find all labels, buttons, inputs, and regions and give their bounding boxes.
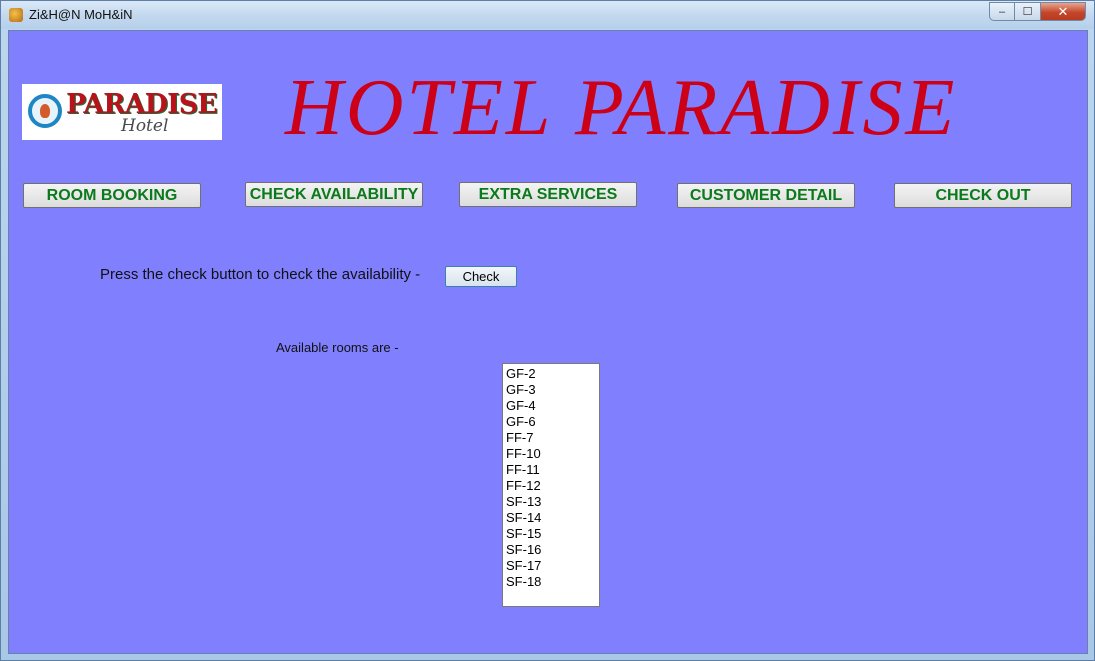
list-item[interactable]: GF-6 xyxy=(506,414,599,430)
window-controls: – ☐ ✕ xyxy=(989,2,1086,22)
check-out-button[interactable]: CHECK OUT xyxy=(894,183,1072,208)
close-button[interactable]: ✕ xyxy=(1041,2,1086,21)
hotel-logo: PARADISE Hotel xyxy=(22,84,222,140)
client-area: PARADISE Hotel HOTEL PARADISE ROOM BOOKI… xyxy=(8,30,1088,654)
customer-detail-button[interactable]: CUSTOMER DETAIL xyxy=(677,183,855,208)
list-item[interactable]: SF-18 xyxy=(506,574,599,590)
available-rooms-list[interactable]: GF-2 GF-3 GF-4 GF-6 FF-7 FF-10 FF-11 FF-12 SF-13… xyxy=(502,363,600,607)
list-item[interactable]: FF-7 xyxy=(506,430,599,446)
list-item[interactable]: GF-2 xyxy=(506,366,599,382)
check-prompt-label: Press the check button to check the avai… xyxy=(100,266,421,283)
logo-emblem-icon xyxy=(28,94,62,128)
list-item[interactable]: FF-12 xyxy=(506,478,599,494)
room-booking-button[interactable]: ROOM BOOKING xyxy=(23,183,201,208)
logo-subtitle: Hotel xyxy=(121,116,169,136)
app-window: Zi&H@N MoH&iN – ☐ ✕ PARADISE Hotel HOTEL… xyxy=(0,0,1095,661)
list-item[interactable]: SF-13 xyxy=(506,494,599,510)
window-title: Zi&H@N MoH&iN xyxy=(29,7,133,22)
extra-services-button[interactable]: EXTRA SERVICES xyxy=(459,182,637,207)
list-item[interactable]: FF-10 xyxy=(506,446,599,462)
available-rooms-label: Available rooms are - xyxy=(276,340,399,355)
list-item[interactable]: SF-16 xyxy=(506,542,599,558)
check-button[interactable]: Check xyxy=(445,266,517,287)
list-item[interactable]: FF-11 xyxy=(506,462,599,478)
app-icon xyxy=(9,8,23,22)
list-item[interactable]: SF-14 xyxy=(506,510,599,526)
minimize-button[interactable]: – xyxy=(989,2,1015,21)
list-item[interactable]: GF-3 xyxy=(506,382,599,398)
list-item[interactable]: SF-15 xyxy=(506,526,599,542)
list-item[interactable]: GF-4 xyxy=(506,398,599,414)
maximize-button[interactable]: ☐ xyxy=(1015,2,1041,21)
list-item[interactable]: SF-17 xyxy=(506,558,599,574)
title-bar[interactable]: Zi&H@N MoH&iN – ☐ ✕ xyxy=(1,1,1094,29)
page-title: HOTEL PARADISE xyxy=(285,64,958,152)
check-availability-button[interactable]: CHECK AVAILABILITY xyxy=(245,182,423,207)
